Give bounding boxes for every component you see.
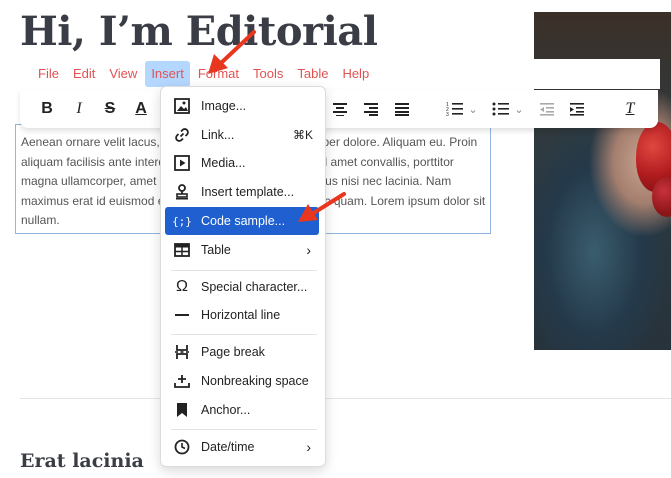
italic-button[interactable]: I [66,96,92,122]
bullet-list-chevron-icon[interactable]: ⌄ [512,96,526,122]
menu-item-anchor[interactable]: Anchor... [165,396,319,424]
link-icon [169,127,195,143]
annotation-arrow-insert [208,30,256,74]
outdent-icon [540,103,554,116]
menu-separator [171,334,317,335]
page-title: Hi, I’m Editorial [20,8,378,55]
menu-item-nonbreaking-space[interactable]: Nonbreaking space [165,367,319,395]
content-divider [20,398,671,399]
template-icon [169,184,195,200]
menu-item-link[interactable]: Link... ⌘K [165,121,319,149]
menu-item-date-time[interactable]: Date/time › [165,433,319,461]
menu-item-table[interactable]: Table › [165,236,319,264]
menu-file[interactable]: File [20,61,65,87]
justify-button[interactable] [389,96,415,122]
page-break-icon [169,344,195,360]
menu-insert[interactable]: Insert [145,61,190,87]
menu-edit[interactable]: Edit [67,61,101,87]
numbered-list-button[interactable]: 123 [442,96,468,122]
image-icon [169,98,195,114]
bullet-list-button[interactable] [488,96,514,122]
align-right-icon [364,103,378,116]
date-time-submenu-chevron-icon: › [306,439,311,455]
horizontal-line-icon [169,313,195,317]
text-color-button[interactable]: A [128,96,154,122]
align-center-icon [333,103,347,116]
menu-item-image[interactable]: Image... [165,92,319,120]
justify-icon [395,103,409,116]
align-center-button[interactable] [327,96,353,122]
strawberry-image-detail-2 [652,177,671,217]
clock-icon [169,439,195,455]
menu-item-media[interactable]: Media... [165,149,319,177]
nonbreaking-space-icon [169,373,195,389]
table-submenu-chevron-icon: › [306,242,311,258]
indent-button[interactable] [564,96,590,122]
annotation-arrow-code-sample [298,192,346,222]
menu-item-page-break[interactable]: Page break [165,338,319,366]
numbered-list-chevron-icon[interactable]: ⌄ [466,96,480,122]
menu-separator [171,429,317,430]
svg-text:3: 3 [446,112,449,117]
bold-button[interactable]: B [34,96,60,122]
strikethrough-button[interactable]: S [97,96,123,122]
indent-icon [570,103,584,116]
bullet-list-icon [492,102,509,116]
menu-item-special-character[interactable]: Ω Special character... [165,273,319,301]
insert-menu-dropdown: Image... Link... ⌘K Media... Insert temp… [160,86,326,467]
menu-help[interactable]: Help [336,61,375,87]
omega-icon: Ω [176,278,188,295]
code-sample-icon: {;} [172,214,192,228]
bookmark-icon [169,402,195,418]
menu-separator [171,270,317,271]
align-right-button[interactable] [358,96,384,122]
media-icon [169,155,195,171]
menu-table[interactable]: Table [291,61,334,87]
menu-item-horizontal-line[interactable]: Horizontal line [165,301,319,329]
numbered-list-icon: 123 [446,102,463,117]
menu-view[interactable]: View [103,61,143,87]
section-heading: Erat lacinia [20,450,144,472]
link-shortcut: ⌘K [292,128,313,142]
editor-menubar: File Edit View Insert Format Tools Table… [20,59,660,89]
clear-formatting-button[interactable]: T [617,96,643,122]
outdent-button[interactable] [534,96,560,122]
table-icon [169,243,195,257]
editor-toolbar: B I S A 123 ⌄ ⌄ T [20,90,658,128]
